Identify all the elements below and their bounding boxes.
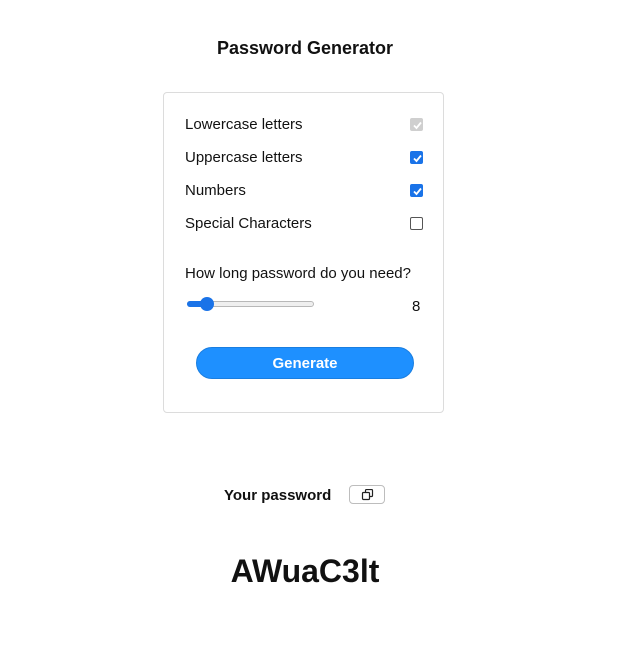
length-question: How long password do you need? — [185, 265, 411, 282]
option-numbers[interactable]: Numbers — [185, 180, 425, 202]
special-checkbox[interactable] — [410, 217, 423, 230]
options-card: Lowercase letters Uppercase letters Numb… — [163, 92, 444, 413]
page-title: Password Generator — [216, 38, 394, 58]
option-lowercase-label: Lowercase letters — [185, 116, 303, 133]
option-lowercase[interactable]: Lowercase letters — [185, 114, 425, 136]
option-numbers-label: Numbers — [185, 182, 246, 199]
option-uppercase-label: Uppercase letters — [185, 149, 303, 166]
option-uppercase[interactable]: Uppercase letters — [185, 147, 425, 169]
uppercase-checkbox[interactable] — [410, 151, 423, 164]
numbers-checkbox[interactable] — [410, 184, 423, 197]
option-special-label: Special Characters — [185, 215, 312, 232]
generated-password: AWuaC3lt — [230, 553, 380, 589]
length-value: 8 — [412, 298, 421, 315]
generate-button[interactable]: Generate — [196, 347, 414, 379]
copy-icon — [361, 489, 374, 501]
copy-button[interactable] — [349, 485, 385, 504]
your-password-label: Your password — [224, 487, 332, 504]
length-slider-thumb[interactable] — [200, 297, 215, 311]
lowercase-checkbox[interactable] — [410, 118, 423, 131]
option-special[interactable]: Special Characters — [185, 213, 425, 235]
password-generator-page: Password Generator Lowercase letters Upp… — [0, 0, 630, 659]
